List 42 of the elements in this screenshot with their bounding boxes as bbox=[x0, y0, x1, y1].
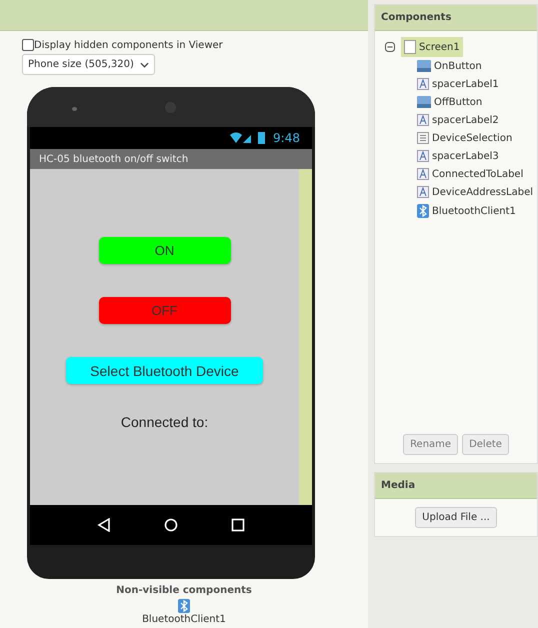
panel-button[interactable]: Delete bbox=[462, 434, 509, 455]
list-icon bbox=[417, 132, 429, 144]
panel-header: Components bbox=[375, 5, 537, 31]
button-icon bbox=[417, 60, 431, 72]
tree-item[interactable]: BluetoothClient1 bbox=[415, 201, 518, 221]
panel-button[interactable]: Rename bbox=[403, 434, 458, 455]
status-time: 9:48 bbox=[273, 131, 300, 145]
tree-item[interactable]: ConnectedToLabel bbox=[415, 165, 526, 183]
tree-item[interactable]: DeviceSelection bbox=[415, 129, 514, 147]
upload-button[interactable]: Upload File ... bbox=[415, 507, 497, 528]
collapse-icon[interactable] bbox=[385, 42, 395, 52]
tree-item[interactable]: OffButton bbox=[415, 93, 484, 111]
screen-icon bbox=[404, 40, 416, 54]
label-icon bbox=[417, 114, 429, 126]
panel-header: Media bbox=[375, 473, 537, 499]
tree-item[interactable]: spacerLabel2 bbox=[415, 111, 501, 129]
label-icon bbox=[417, 78, 429, 90]
button-icon bbox=[417, 96, 431, 108]
tree-item[interactable]: spacerLabel1 bbox=[415, 75, 501, 93]
bluetooth-icon bbox=[178, 599, 190, 613]
component-label: BluetoothClient1 bbox=[142, 614, 226, 625]
checkbox[interactable] bbox=[22, 39, 34, 51]
tree-item[interactable]: spacerLabel3 bbox=[415, 147, 501, 165]
tree-item[interactable]: Screen1 bbox=[401, 37, 463, 57]
app-title: HC-05 bluetooth on/off switch bbox=[30, 149, 312, 169]
label-icon bbox=[417, 150, 429, 162]
recents-icon[interactable] bbox=[231, 518, 246, 532]
label-icon bbox=[417, 186, 429, 198]
section-title: Non-visible components bbox=[116, 585, 252, 596]
tree-item[interactable]: DeviceAddressLabel bbox=[415, 183, 536, 201]
tree-item[interactable]: OnButton bbox=[415, 57, 484, 75]
sensor-icon bbox=[72, 107, 77, 111]
caret-icon bbox=[140, 62, 149, 68]
app-label: Connected to: bbox=[120, 414, 208, 430]
bluetooth-icon bbox=[417, 204, 429, 218]
app-button[interactable]: Select Bluetooth Device bbox=[66, 357, 263, 384]
home-icon[interactable] bbox=[164, 518, 178, 532]
size-select[interactable]: Phone size (505,320) bbox=[22, 54, 155, 75]
label-icon bbox=[417, 168, 429, 180]
back-icon[interactable] bbox=[96, 518, 111, 532]
app-button[interactable]: ON bbox=[98, 237, 230, 264]
checkbox-label: Display hidden components in Viewer bbox=[34, 40, 223, 50]
